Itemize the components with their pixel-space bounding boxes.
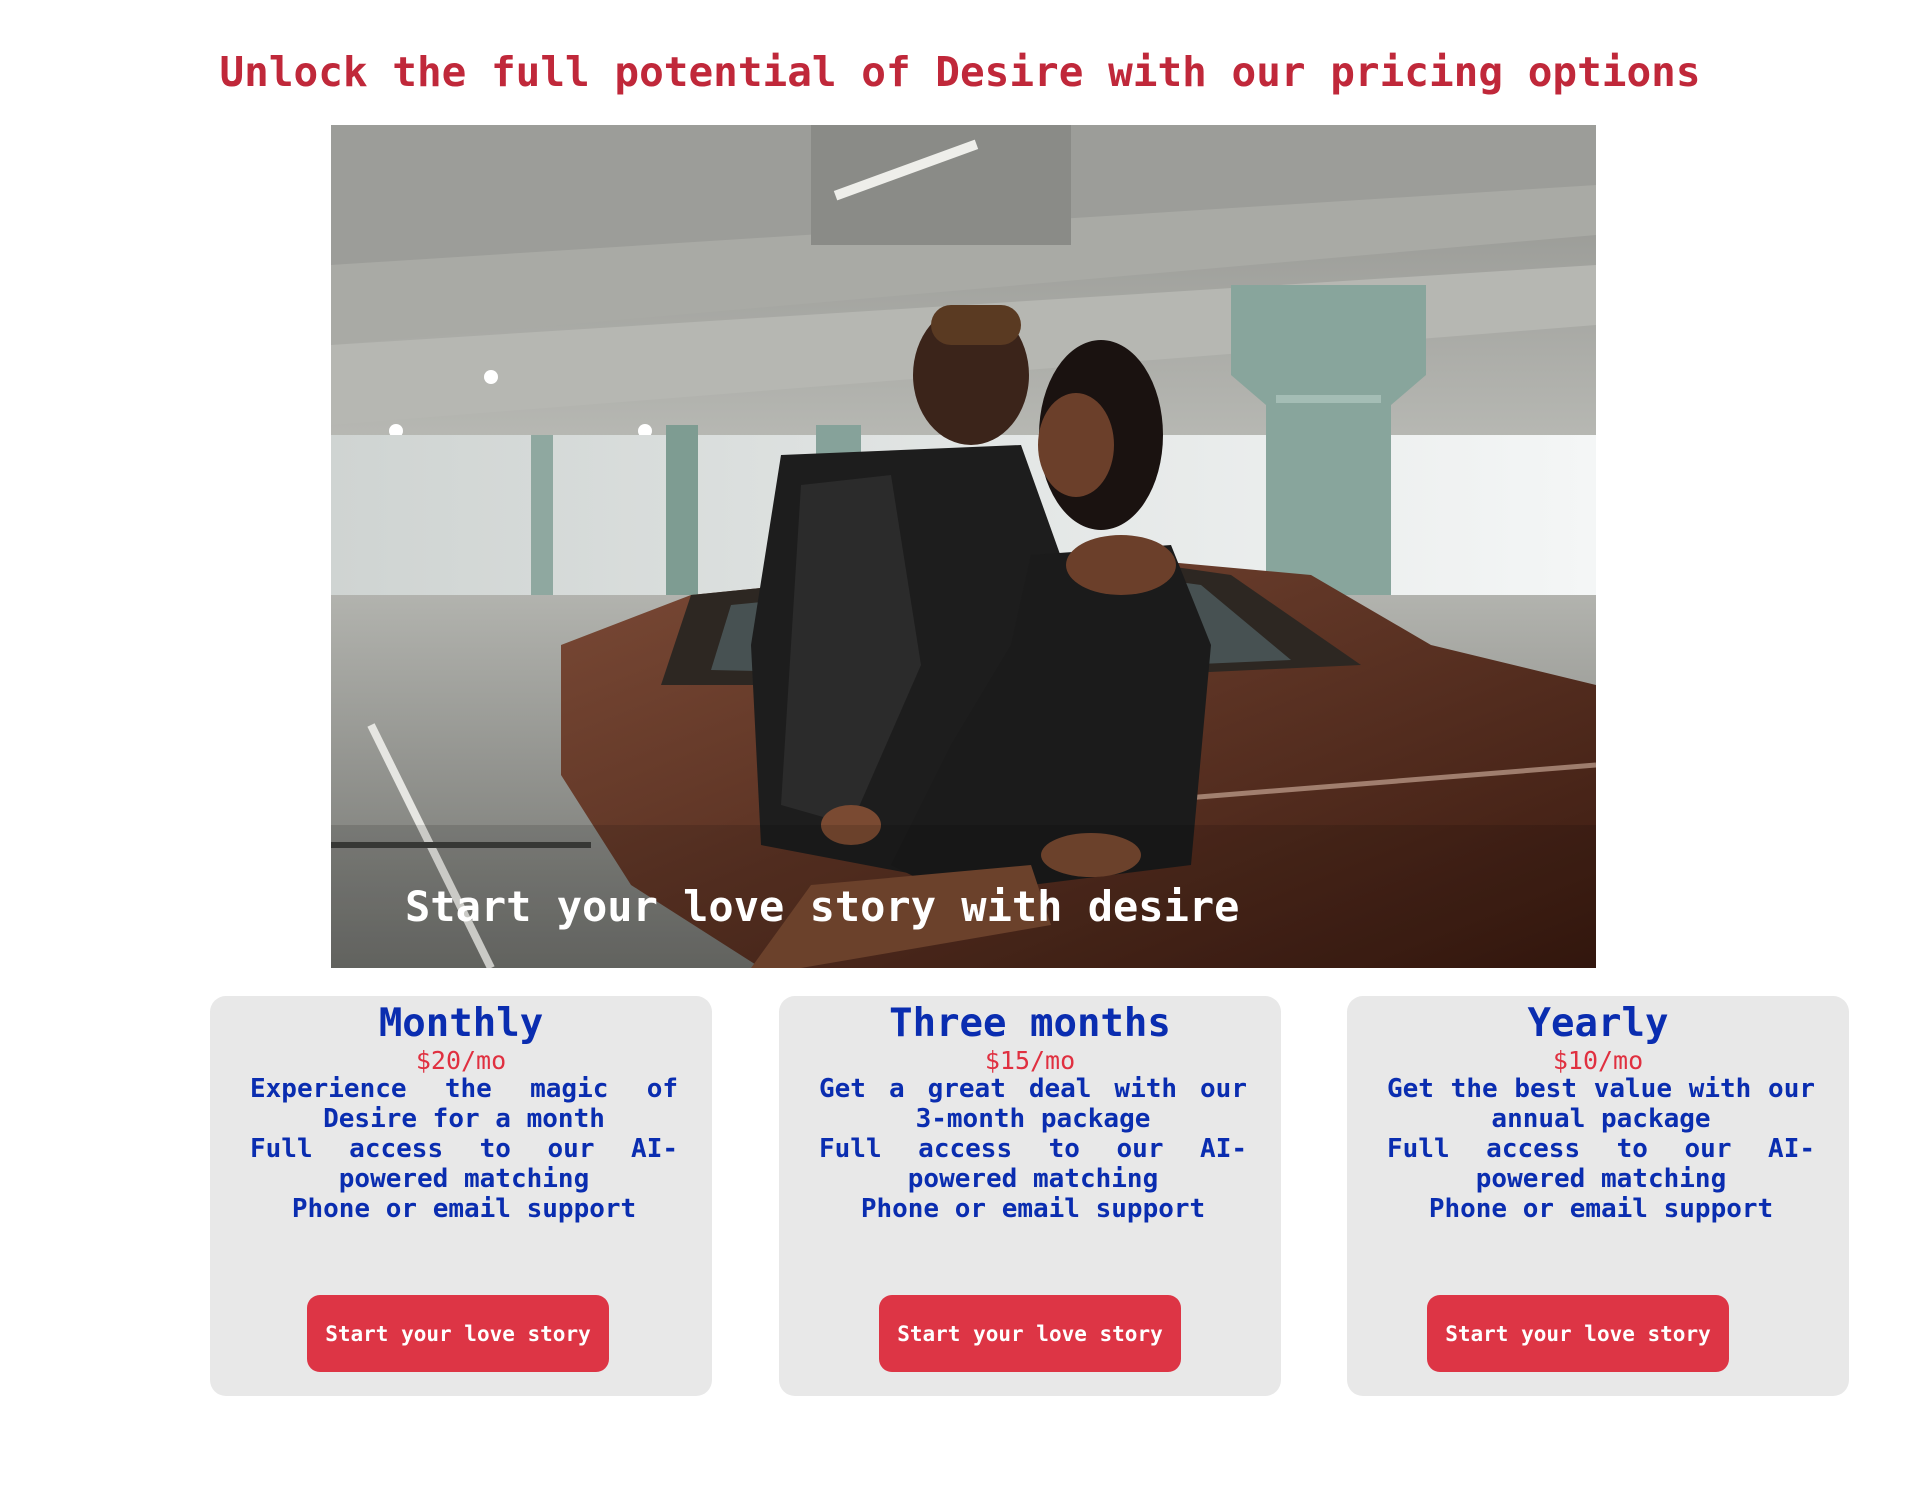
plan-name: Monthly bbox=[378, 1001, 544, 1046]
pricing-card-three-months: Three months $15/mo Get a great deal wit… bbox=[779, 996, 1281, 1396]
plan-price: $15/mo bbox=[984, 1046, 1076, 1075]
plan-feature: Full access to our AI-powered matching bbox=[250, 1134, 678, 1194]
plan-description: Get the best value with our annual packa… bbox=[1387, 1074, 1815, 1134]
plan-details: Get a great deal with our 3-month packag… bbox=[819, 1074, 1247, 1224]
plan-price: $10/mo bbox=[1552, 1046, 1644, 1075]
plan-feature: Phone or email support bbox=[291, 1194, 637, 1224]
plan-name: Three months bbox=[889, 1001, 1171, 1046]
plan-feature: Full access to our AI-powered matching bbox=[819, 1134, 1247, 1194]
pricing-card-monthly: Monthly $20/mo Experience the magic of D… bbox=[210, 996, 712, 1396]
start-love-story-button[interactable]: Start your love story bbox=[1427, 1295, 1729, 1372]
plan-description: Experience the magic of Desire for a mon… bbox=[250, 1074, 678, 1134]
plan-feature: Phone or email support bbox=[860, 1194, 1206, 1224]
plan-feature: Phone or email support bbox=[1428, 1194, 1774, 1224]
plan-details: Get the best value with our annual packa… bbox=[1387, 1074, 1815, 1224]
plan-price: $20/mo bbox=[415, 1046, 507, 1075]
hero-photo bbox=[331, 125, 1596, 968]
plan-feature: Full access to our AI-powered matching bbox=[1387, 1134, 1815, 1194]
pricing-card-yearly: Yearly $10/mo Get the best value with ou… bbox=[1347, 996, 1849, 1396]
page-title: Unlock the full potential of Desire with… bbox=[219, 48, 1701, 96]
hero-banner: Start your love story with desire bbox=[331, 125, 1596, 968]
plan-details: Experience the magic of Desire for a mon… bbox=[250, 1074, 678, 1224]
start-love-story-button[interactable]: Start your love story bbox=[307, 1295, 609, 1372]
start-love-story-button[interactable]: Start your love story bbox=[879, 1295, 1181, 1372]
plan-name: Yearly bbox=[1527, 1001, 1669, 1046]
plan-description: Get a great deal with our 3-month packag… bbox=[819, 1074, 1247, 1134]
hero-caption: Start your love story with desire bbox=[405, 882, 1240, 931]
